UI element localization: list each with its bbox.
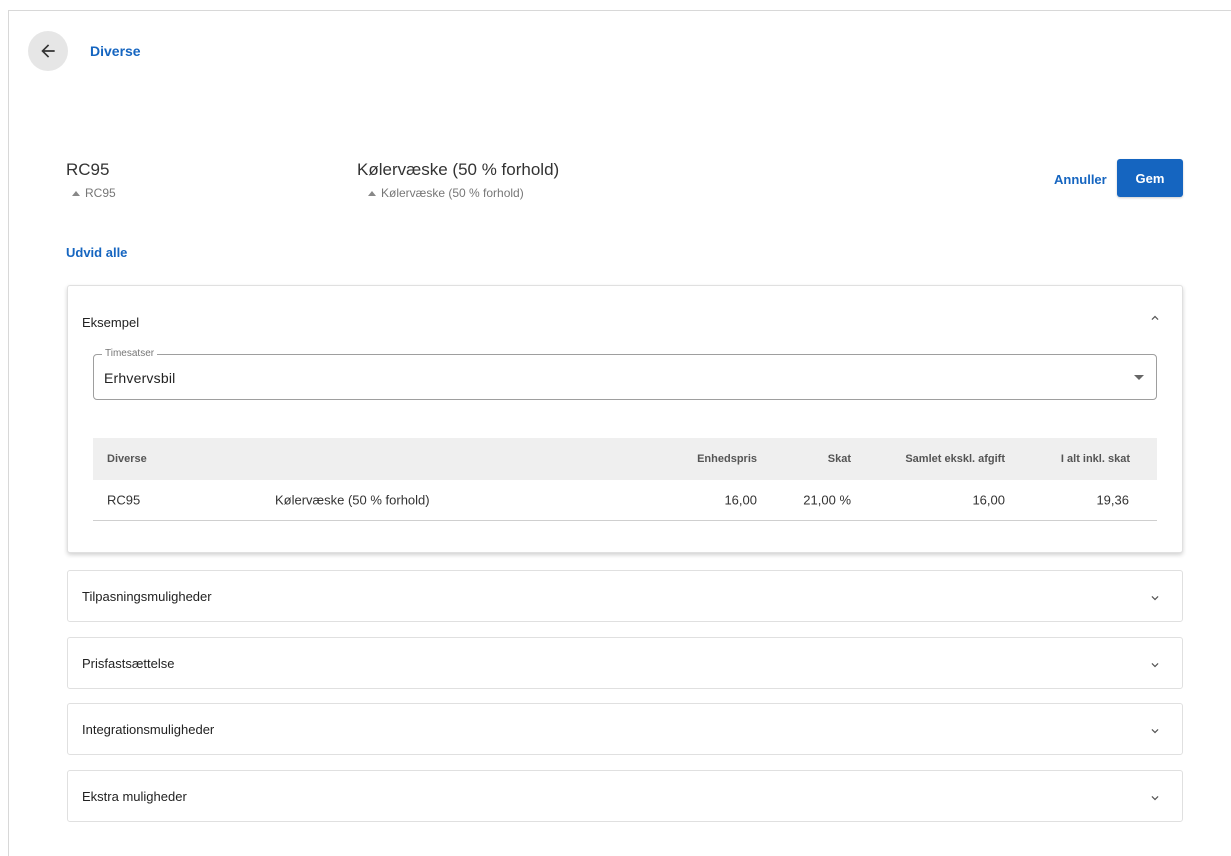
- cell-code: RC95: [107, 492, 141, 508]
- panel-title[interactable]: Eksempel: [82, 315, 139, 330]
- cell-unit-price: 16,00: [724, 492, 757, 508]
- arrow-left-icon: [41, 44, 55, 58]
- dropdown-arrow-icon: [1134, 375, 1144, 380]
- panel-title: Prisfastsættelse: [82, 656, 175, 671]
- chevron-down-icon[interactable]: [1148, 591, 1162, 605]
- cell-total-excl: 16,00: [972, 492, 1005, 508]
- rate-select-label: Timesatser: [102, 348, 158, 359]
- table-row: RC95 Kølervæske (50 % forhold) 16,00 21,…: [93, 480, 1157, 521]
- column-header: I alt inkl. skat: [1060, 453, 1130, 465]
- chevron-down-icon[interactable]: [1148, 791, 1162, 805]
- caret-up-icon: [368, 190, 376, 196]
- item-name-original-text: Kølervæske (50 % forhold): [381, 186, 524, 200]
- panel-title: Ekstra muligheder: [82, 789, 187, 804]
- column-header: Skat: [827, 453, 851, 465]
- item-name-original: Kølervæske (50 % forhold): [368, 186, 524, 200]
- panel-pricing[interactable]: Prisfastsættelse: [67, 637, 1183, 689]
- chevron-down-icon[interactable]: [1148, 724, 1162, 738]
- panel-extra[interactable]: Ekstra muligheder: [67, 770, 1183, 822]
- rate-select[interactable]: Timesatser Erhvervsbil: [93, 348, 1157, 400]
- column-header: Diverse: [107, 453, 147, 465]
- item-code-original: RC95: [72, 186, 116, 200]
- rate-select-value: Erhvervsbil: [104, 370, 176, 386]
- expand-all-link[interactable]: Udvid alle: [66, 245, 127, 260]
- panel-title: Tilpasningsmuligheder: [82, 589, 212, 604]
- example-table: Diverse Enhedspris Skat Samlet ekskl. af…: [93, 438, 1157, 521]
- page-border-left: [8, 10, 9, 856]
- back-button[interactable]: [28, 31, 68, 71]
- column-header: Enhedspris: [697, 453, 757, 465]
- item-code-original-text: RC95: [85, 186, 116, 200]
- panel-integration[interactable]: Integrationsmuligheder: [67, 703, 1183, 755]
- table-header: Diverse Enhedspris Skat Samlet ekskl. af…: [93, 438, 1157, 480]
- cell-name: Kølervæske (50 % forhold): [275, 492, 430, 508]
- page-border-top: [8, 10, 1231, 11]
- chevron-down-icon[interactable]: [1148, 658, 1162, 672]
- breadcrumb[interactable]: Diverse: [90, 43, 141, 59]
- column-header: Samlet ekskl. afgift: [905, 453, 1005, 465]
- save-button[interactable]: Gem: [1117, 159, 1183, 197]
- panel-title: Integrationsmuligheder: [82, 722, 215, 737]
- item-code: RC95: [66, 160, 110, 179]
- panel-customization[interactable]: Tilpasningsmuligheder: [67, 570, 1183, 622]
- cell-tax: 21,00 %: [803, 492, 851, 508]
- cancel-button[interactable]: Annuller: [1054, 172, 1107, 187]
- chevron-up-icon[interactable]: [1148, 311, 1162, 325]
- panel-example: Eksempel Timesatser Erhvervsbil Diverse …: [67, 285, 1183, 553]
- cell-total-incl: 19,36: [1096, 492, 1129, 508]
- item-name: Kølervæske (50 % forhold): [357, 160, 560, 179]
- caret-up-icon: [72, 190, 80, 196]
